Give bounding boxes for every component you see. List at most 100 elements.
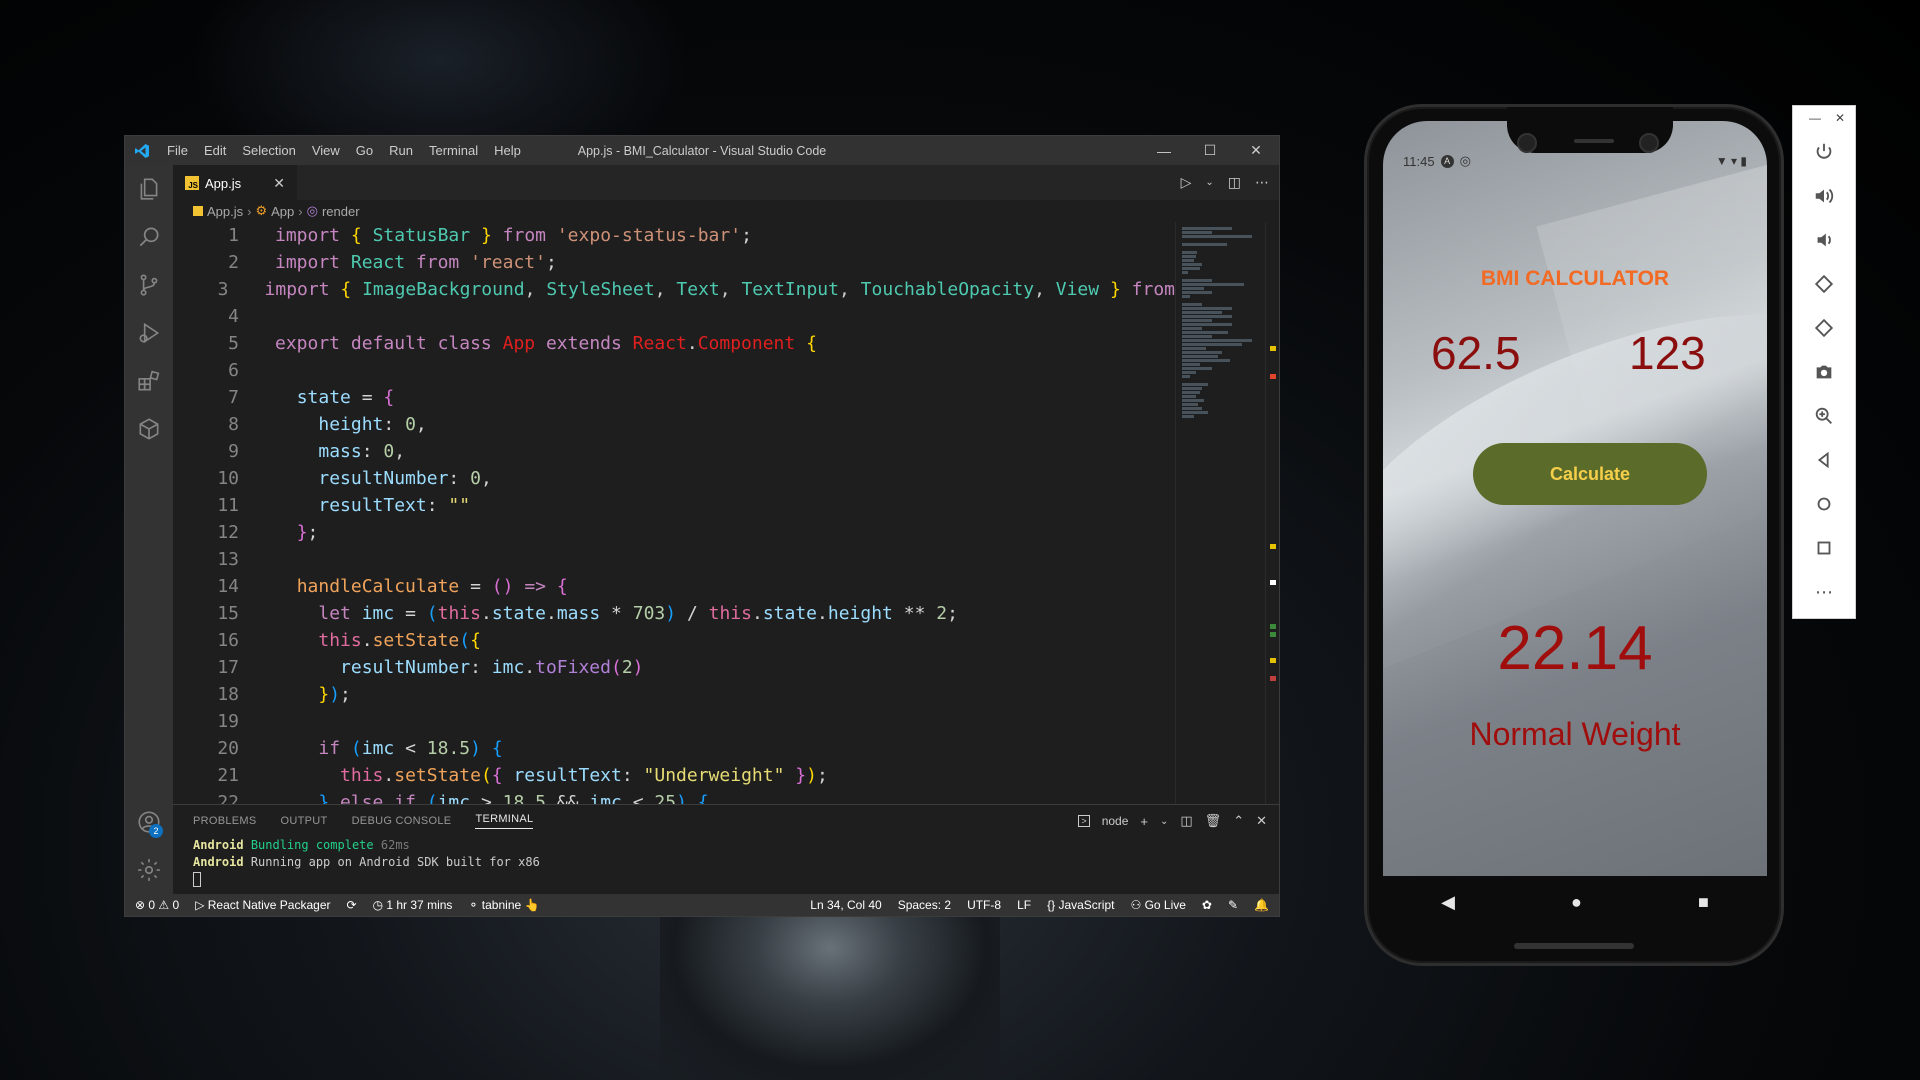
zoom-icon[interactable] <box>1804 394 1844 438</box>
run-file-icon[interactable]: ▷ <box>1181 174 1192 191</box>
trash-icon[interactable]: 🗑 <box>1205 813 1222 829</box>
android-nav-bar: ◀ ● ■ <box>1383 876 1767 928</box>
vscode-logo-icon <box>125 136 159 165</box>
feedback-icon[interactable]: ✎ <box>1228 898 1238 912</box>
menu-run[interactable]: Run <box>381 136 421 165</box>
minimize-button[interactable]: — <box>1141 136 1187 165</box>
code-line: 15 let imc = (this.state.mass * 703) / t… <box>217 603 958 624</box>
rotate-left-icon[interactable] <box>1804 262 1844 306</box>
line-ending[interactable]: LF <box>1017 898 1031 912</box>
home-nav-icon[interactable]: ● <box>1571 892 1582 913</box>
problems-status[interactable]: ⊗ 0 ⚠ 0 <box>135 898 179 912</box>
menu-help[interactable]: Help <box>486 136 529 165</box>
notification-a-icon: A <box>1440 154 1454 168</box>
notification-sync-icon: ◎ <box>1459 153 1471 168</box>
menu-selection[interactable]: Selection <box>234 136 303 165</box>
height-input[interactable]: 123 <box>1629 326 1706 380</box>
power-icon[interactable] <box>1804 130 1844 174</box>
vscode-window: File Edit Selection View Go Run Terminal… <box>124 135 1280 917</box>
menu-edit[interactable]: Edit <box>196 136 234 165</box>
code-line: 17 resultNumber: imc.toFixed(2) <box>217 657 644 678</box>
back-icon[interactable] <box>1804 438 1844 482</box>
split-editor-icon[interactable]: ◫ <box>1228 174 1241 191</box>
earpiece-speaker <box>1574 139 1614 143</box>
code-line: 10 resultNumber: 0, <box>217 468 492 489</box>
maximize-button[interactable]: ☐ <box>1187 136 1233 165</box>
maximize-panel-icon[interactable]: ⌃ <box>1233 813 1244 829</box>
chevron-down-icon[interactable]: ⌄ <box>1160 816 1168 827</box>
volume-up-icon[interactable] <box>1804 174 1844 218</box>
code-line: 21 this.setState({ resultText: "Underwei… <box>217 765 828 786</box>
menu-file[interactable]: File <box>159 136 196 165</box>
close-panel-icon[interactable]: ✕ <box>1256 813 1267 829</box>
rotate-right-icon[interactable] <box>1804 306 1844 350</box>
tab-app-js[interactable]: JS App.js ✕ <box>173 165 297 200</box>
sync-icon[interactable]: ⟳ <box>347 898 357 912</box>
overview-icon[interactable] <box>1804 526 1844 570</box>
menu-view[interactable]: View <box>304 136 348 165</box>
time-tracker[interactable]: ◷ 1 hr 37 mins <box>373 898 453 912</box>
home-icon[interactable] <box>1804 482 1844 526</box>
code-line: 19 <box>217 711 239 732</box>
indentation[interactable]: Spaces: 2 <box>898 898 951 912</box>
tab-terminal[interactable]: TERMINAL <box>475 813 534 829</box>
prettier-icon[interactable]: ✿ <box>1202 898 1212 912</box>
tab-problems[interactable]: PROBLEMS <box>193 815 257 827</box>
explorer-icon[interactable] <box>125 165 173 213</box>
more-actions-icon[interactable]: ⋯ <box>1255 174 1269 191</box>
account-icon[interactable]: 2 <box>125 798 173 846</box>
volume-down-icon[interactable] <box>1804 218 1844 262</box>
search-icon[interactable] <box>125 213 173 261</box>
settings-gear-icon[interactable] <box>125 846 173 894</box>
vertical-scrollbar[interactable] <box>1265 222 1279 804</box>
tab-debug-console[interactable]: DEBUG CONSOLE <box>352 815 452 827</box>
source-control-icon[interactable] <box>125 261 173 309</box>
tabnine-status[interactable]: ⚬ tabnine 👆 <box>468 898 539 912</box>
menu-go[interactable]: Go <box>348 136 381 165</box>
run-debug-icon[interactable] <box>125 309 173 357</box>
breadcrumb-file[interactable]: App.js <box>207 204 243 219</box>
camera-icon[interactable] <box>1804 350 1844 394</box>
mass-input[interactable]: 62.5 <box>1431 326 1521 380</box>
tab-label: App.js <box>205 175 242 191</box>
breadcrumb-method[interactable]: render <box>322 204 360 219</box>
close-tab-icon[interactable]: ✕ <box>273 175 285 192</box>
app-screen: 11:45 A ◎ ▼ ▾ ▮ BMI CALCULATOR 62.5 123 … <box>1383 121 1767 876</box>
cursor-position[interactable]: Ln 34, Col 40 <box>810 898 881 912</box>
bmi-result-text: Normal Weight <box>1469 716 1681 752</box>
terminal-icon: > <box>1078 815 1090 827</box>
chevron-down-icon[interactable]: ⌄ <box>1205 177 1213 188</box>
split-terminal-icon[interactable]: ◫ <box>1180 813 1192 829</box>
emulator-toolbar: — ✕ ⋯ <box>1792 105 1856 619</box>
encoding[interactable]: UTF-8 <box>967 898 1001 912</box>
new-terminal-icon[interactable]: + <box>1140 814 1148 829</box>
extensions-icon[interactable] <box>125 357 173 405</box>
editor-tabs: JS App.js ✕ ▷ ⌄ ◫ ⋯ <box>173 165 1279 200</box>
tab-output[interactable]: OUTPUT <box>281 815 328 827</box>
calculate-button[interactable]: Calculate <box>1473 443 1707 505</box>
phone-status-bar: 11:45 A ◎ ▼ ▾ ▮ <box>1403 153 1747 169</box>
minimap[interactable] <box>1175 222 1265 804</box>
language-mode[interactable]: {} JavaScript <box>1047 898 1114 912</box>
more-options-icon[interactable]: ⋯ <box>1804 570 1844 614</box>
notifications-bell-icon[interactable]: 🔔 <box>1254 898 1269 912</box>
code-line: 6 <box>228 360 239 381</box>
terminal-output[interactable]: Android Bundling complete 62ms Android R… <box>173 837 1279 888</box>
go-live-button[interactable]: ⚇ Go Live <box>1130 898 1185 912</box>
menu-terminal[interactable]: Terminal <box>421 136 486 165</box>
emulator-minimize-icon[interactable]: — <box>1809 111 1821 125</box>
code-editor[interactable]: 1 import { StatusBar } from 'expo-status-… <box>173 222 1175 804</box>
emulator-close-icon[interactable]: ✕ <box>1835 111 1845 125</box>
breadcrumb-class[interactable]: App <box>271 204 294 219</box>
phone-clock: 11:45 <box>1403 153 1435 169</box>
packager-status[interactable]: ▷ React Native Packager <box>195 898 330 912</box>
back-nav-icon[interactable]: ◀ <box>1441 892 1455 913</box>
recents-nav-icon[interactable]: ■ <box>1698 892 1709 913</box>
phone-chin-bar <box>1514 943 1634 949</box>
remote-explorer-icon[interactable] <box>125 405 173 453</box>
close-window-button[interactable]: ✕ <box>1233 136 1279 165</box>
menu-bar: File Edit Selection View Go Run Terminal… <box>159 136 529 165</box>
status-bar: ⊗ 0 ⚠ 0 ▷ React Native Packager ⟳ ◷ 1 hr… <box>125 894 1279 916</box>
code-line: 4 <box>228 306 239 327</box>
terminal-shell-label[interactable]: node <box>1102 814 1129 828</box>
